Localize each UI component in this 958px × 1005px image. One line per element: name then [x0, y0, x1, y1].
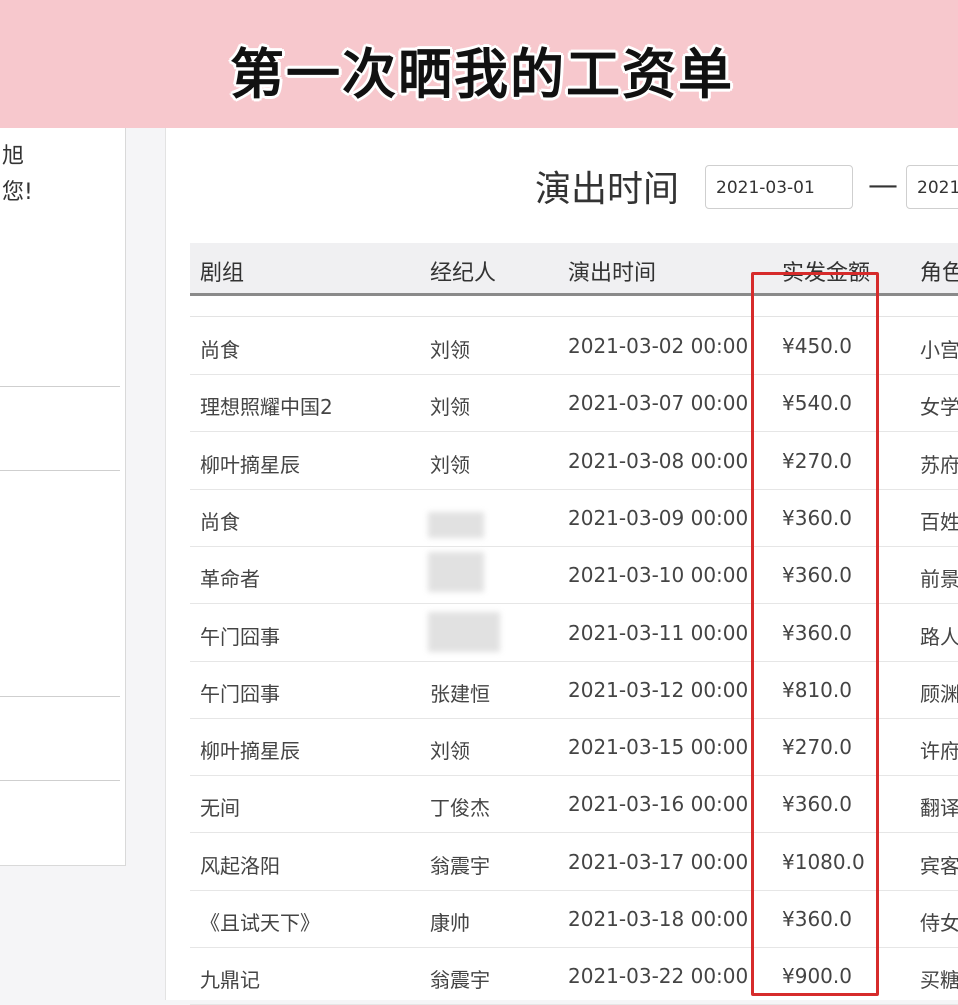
cell-crew: 尚食	[200, 510, 240, 534]
cell-agent: 张建恒	[430, 682, 490, 706]
date-range-separator: —	[868, 168, 898, 203]
cell-time: 2021-03-08 00:00	[568, 449, 749, 473]
cell-time: 2021-03-12 00:00	[568, 678, 749, 702]
cell-agent: 刘领	[430, 338, 470, 362]
column-header-time[interactable]: 演出时间	[568, 255, 656, 287]
cell-crew: 九鼎记	[200, 968, 260, 992]
cell-role: 小宫	[920, 338, 958, 362]
cell-role: 买糖	[920, 968, 958, 992]
cell-agent: 康帅	[430, 911, 470, 935]
redaction-blur	[428, 552, 484, 592]
cell-crew: 无间	[200, 796, 240, 820]
cell-crew: 《且试天下》	[200, 911, 320, 935]
sidebar-username: 旭	[2, 144, 25, 169]
sidebar: 旭 您!	[0, 128, 126, 866]
cell-time: 2021-03-17 00:00	[568, 850, 749, 874]
cell-agent: 刘领	[430, 453, 470, 477]
sidebar-divider	[0, 386, 120, 387]
cell-role: 侍女	[920, 911, 958, 935]
cell-agent: 刘领	[430, 739, 470, 763]
cell-time: 2021-03-07 00:00	[568, 391, 749, 415]
cell-crew: 理想照耀中国2	[200, 395, 333, 419]
cell-role: 顾渊	[920, 682, 958, 706]
end-date-input[interactable]: 2021	[906, 165, 958, 209]
amount-highlight-box	[751, 272, 879, 996]
cell-time: 2021-03-15 00:00	[568, 735, 749, 759]
column-header-crew[interactable]: 剧组	[200, 255, 244, 287]
column-header-role[interactable]: 角色	[920, 255, 958, 287]
cell-role: 路人	[920, 625, 958, 649]
redaction-blur	[428, 512, 484, 538]
cell-time: 2021-03-11 00:00	[568, 621, 749, 645]
cell-crew: 午门囧事	[200, 625, 280, 649]
sidebar-divider	[0, 470, 120, 471]
cell-agent: 丁俊杰	[430, 796, 490, 820]
banner-title: 第一次晒我的工资单	[230, 43, 734, 106]
date-filter-label: 演出时间	[535, 169, 680, 210]
cell-crew: 革命者	[200, 567, 260, 591]
sidebar-divider	[0, 696, 120, 697]
column-header-agent[interactable]: 经纪人	[430, 255, 496, 287]
cell-crew: 尚食	[200, 338, 240, 362]
cell-time: 2021-03-22 00:00	[568, 964, 749, 988]
cell-crew: 柳叶摘星辰	[200, 739, 300, 763]
cell-time: 2021-03-16 00:00	[568, 792, 749, 816]
cell-role: 女学	[920, 395, 958, 419]
cell-role: 苏府	[920, 453, 958, 477]
title-banner: 第一次晒我的工资单	[0, 0, 958, 128]
start-date-input[interactable]: 2021-03-01	[705, 165, 853, 209]
cell-agent: 翁震宇	[430, 854, 490, 878]
cell-time: 2021-03-09 00:00	[568, 506, 749, 530]
cell-agent: 刘领	[430, 395, 470, 419]
redaction-blur	[428, 612, 500, 652]
cell-time: 2021-03-10 00:00	[568, 563, 749, 587]
cell-time: 2021-03-18 00:00	[568, 907, 749, 931]
cell-role: 许府	[920, 739, 958, 763]
cell-role: 翻译	[920, 796, 958, 820]
sidebar-divider	[0, 780, 120, 781]
cell-agent: 翁震宇	[430, 968, 490, 992]
cell-role: 前景	[920, 567, 958, 591]
cell-crew: 风起洛阳	[200, 854, 280, 878]
cell-time: 2021-03-02 00:00	[568, 334, 749, 358]
sidebar-greeting: 您!	[2, 180, 33, 205]
cell-role: 百姓	[920, 510, 958, 534]
cell-crew: 柳叶摘星辰	[200, 453, 300, 477]
cell-role: 宾客	[920, 854, 958, 878]
cell-crew: 午门囧事	[200, 682, 280, 706]
